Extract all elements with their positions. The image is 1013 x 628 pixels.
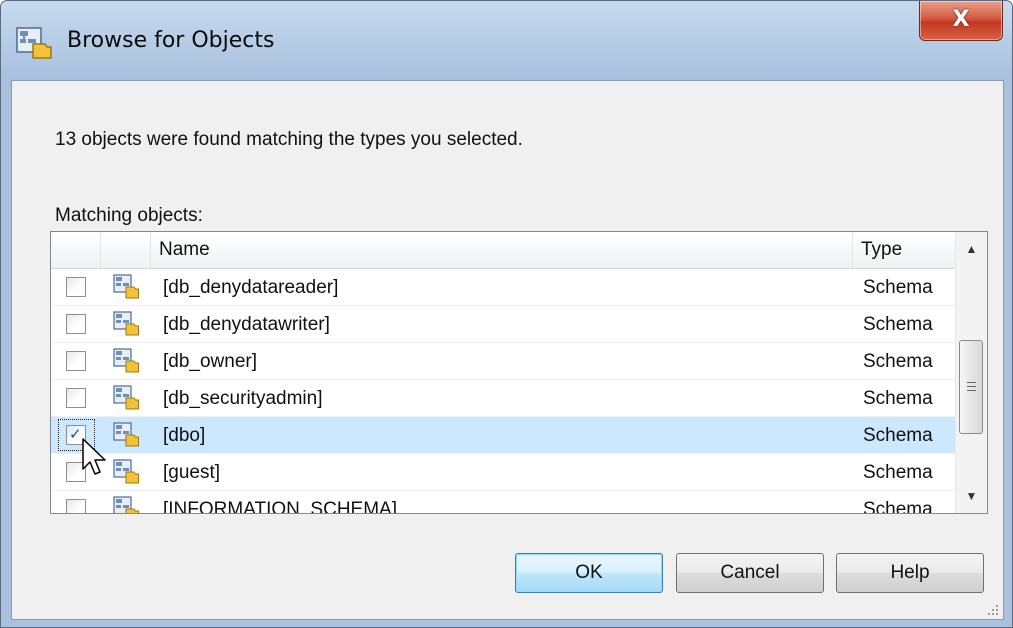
row-checkbox[interactable] [66, 351, 86, 371]
schema-object-icon [113, 496, 139, 513]
scroll-down-arrow-icon[interactable]: ▼ [956, 479, 987, 513]
row-checkbox[interactable] [66, 499, 86, 513]
scroll-thumb[interactable] [959, 340, 983, 434]
checkmark-icon: ✓ [69, 426, 82, 443]
object-name: [dbo] [163, 425, 206, 446]
list-row[interactable]: [db_owner] Schema [51, 343, 957, 380]
row-checkbox[interactable] [66, 314, 86, 334]
object-type: Schema [863, 351, 933, 372]
schema-object-icon [113, 274, 139, 300]
ok-button[interactable]: OK [515, 553, 663, 593]
schema-object-icon [113, 385, 139, 411]
close-button[interactable]: X [919, 1, 1003, 41]
schema-object-icon [113, 311, 139, 337]
object-name: [INFORMATION_SCHEMA] [163, 499, 397, 514]
row-checkbox[interactable] [66, 277, 86, 297]
row-checkbox[interactable] [66, 462, 86, 482]
list-row[interactable]: [guest] Schema [51, 454, 957, 491]
scroll-up-arrow-icon[interactable]: ▲ [956, 232, 987, 266]
schema-object-icon [16, 27, 52, 59]
object-name: [guest] [163, 462, 221, 483]
object-name: [db_denydatareader] [163, 277, 339, 298]
list-row[interactable]: ✓ [dbo] Schema [51, 417, 957, 454]
matching-objects-label: Matching objects: [55, 205, 203, 226]
object-type: Schema [863, 277, 933, 298]
cancel-button[interactable]: Cancel [676, 553, 824, 593]
title-bar[interactable]: Browse for Objects X [1, 1, 1012, 81]
grip-icon [967, 382, 976, 391]
header-icon-column[interactable] [101, 232, 151, 268]
help-button[interactable]: Help [836, 553, 984, 593]
results-message: 13 objects were found matching the types… [55, 129, 523, 150]
object-name: [db_owner] [163, 351, 258, 372]
dialog-body: 13 objects were found matching the types… [11, 80, 1004, 620]
object-type: Schema [863, 499, 933, 514]
object-name: [db_securityadmin] [163, 388, 323, 409]
list-row[interactable]: [db_securityadmin] Schema [51, 380, 957, 417]
browse-objects-dialog: Browse for Objects X 13 objects were fou… [0, 0, 1013, 628]
row-checkbox[interactable] [66, 388, 86, 408]
header-type-column[interactable]: Type [853, 232, 957, 268]
window-title: Browse for Objects [67, 28, 275, 53]
row-checkbox[interactable]: ✓ [66, 425, 86, 445]
matching-objects-list[interactable]: Name Type [db_denydatareader] Schema [db_d… [50, 231, 988, 514]
list-row[interactable]: [INFORMATION_SCHEMA] Schema [51, 491, 957, 514]
close-icon: X [952, 7, 970, 32]
object-name: [db_denydatawriter] [163, 314, 330, 335]
object-type: Schema [863, 314, 933, 335]
vertical-scrollbar[interactable]: ▲ ▼ [955, 232, 987, 513]
schema-object-icon [113, 459, 139, 485]
schema-object-icon [113, 422, 139, 448]
list-row[interactable]: [db_denydatareader] Schema [51, 269, 957, 306]
object-type: Schema [863, 388, 933, 409]
header-checkbox-column[interactable] [51, 232, 101, 268]
list-header: Name Type [51, 232, 957, 269]
object-type: Schema [863, 462, 933, 483]
schema-object-icon [113, 348, 139, 374]
resize-grip-icon[interactable] [985, 602, 999, 616]
object-type: Schema [863, 425, 933, 446]
list-row[interactable]: [db_denydatawriter] Schema [51, 306, 957, 343]
header-name-column[interactable]: Name [151, 232, 853, 268]
